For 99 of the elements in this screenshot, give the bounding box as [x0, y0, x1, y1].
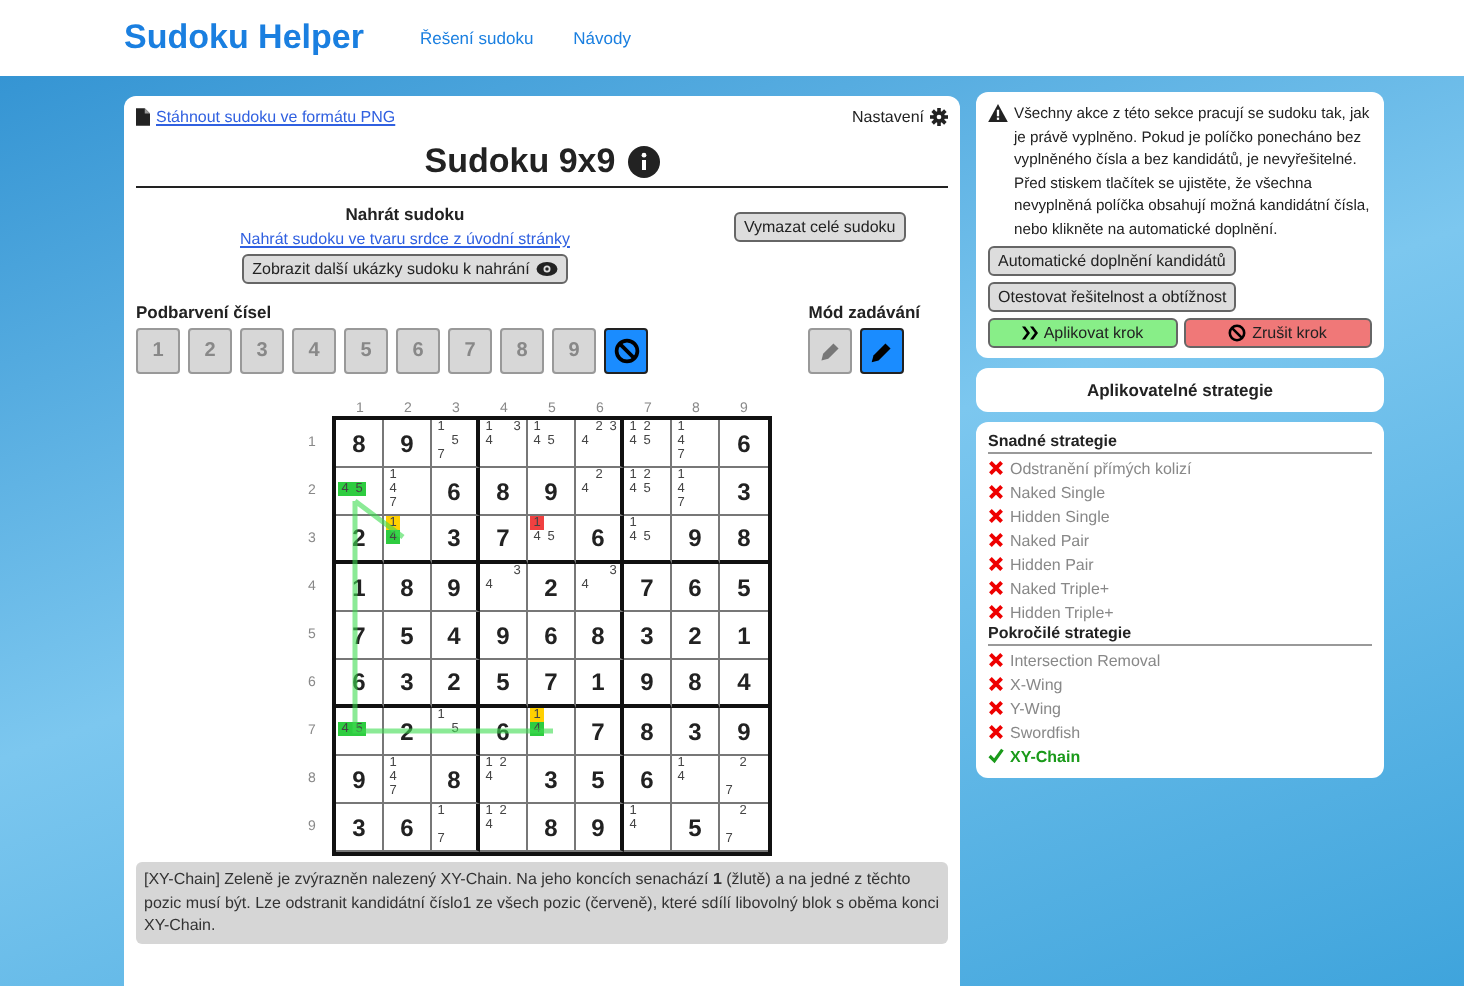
upload-heading: Nahrát sudoku	[345, 204, 465, 224]
cell-value[interactable]: 3	[640, 621, 654, 649]
cell-value[interactable]: 8	[737, 524, 751, 552]
cell-value[interactable]: 3	[544, 765, 558, 793]
cell-value[interactable]: 3	[737, 477, 751, 505]
strategy-name[interactable]: Naked Pair	[1010, 531, 1090, 549]
cell-value[interactable]: 6	[352, 668, 366, 696]
cell-value[interactable]: 2	[688, 621, 702, 649]
pen-mode-button[interactable]	[808, 328, 853, 374]
ban-icon	[613, 338, 639, 364]
warning-icon	[988, 104, 1008, 122]
cell-value[interactable]: 9	[544, 477, 558, 505]
cell-value[interactable]: 7	[352, 621, 366, 649]
action-button[interactable]: Automatické doplnění kandidátů	[988, 246, 1236, 276]
apply-step-button[interactable]: Aplikovat krok	[988, 318, 1177, 348]
strategy-name[interactable]: Hidden Pair	[1010, 555, 1094, 573]
cell-value[interactable]: 9	[400, 429, 414, 457]
strategy-name[interactable]: Swordfish	[1010, 723, 1081, 741]
strategy-name[interactable]: X-Wing	[1010, 675, 1063, 693]
strategy-name[interactable]: XY-Chain	[1010, 747, 1081, 765]
cell-value[interactable]: 4	[447, 621, 461, 649]
cell-value[interactable]: 9	[352, 765, 366, 793]
cell-value[interactable]: 8	[640, 717, 654, 745]
cell-value[interactable]: 7	[544, 668, 558, 696]
pen-icon	[818, 339, 843, 363]
brand-title[interactable]: Sudoku Helper	[124, 18, 364, 58]
info-icon[interactable]	[627, 146, 660, 178]
file-icon	[136, 108, 150, 126]
cell-value[interactable]: 3	[688, 717, 702, 745]
cell-value[interactable]: 3	[400, 668, 414, 696]
strategy-name[interactable]: Naked Triple+	[1010, 579, 1110, 597]
cell-value[interactable]: 7	[640, 573, 654, 601]
cell-value[interactable]: 7	[591, 717, 605, 745]
cell-value[interactable]: 5	[400, 621, 414, 649]
cell-value[interactable]: 6	[688, 573, 702, 601]
coloring-label: Podbarvení čísel	[136, 302, 274, 322]
cell-value[interactable]: 9	[688, 524, 702, 552]
cell-value[interactable]: 6	[400, 813, 414, 841]
cell-value[interactable]: 2	[447, 668, 461, 696]
double-chevron-icon	[1021, 326, 1038, 340]
cell-value[interactable]: 5	[688, 813, 702, 841]
cell-value[interactable]: 6	[737, 429, 751, 457]
ban-icon	[1228, 324, 1247, 342]
cell-value[interactable]: 8	[591, 621, 605, 649]
cell-value[interactable]: 5	[496, 668, 510, 696]
cell-value[interactable]: 5	[591, 765, 605, 793]
strategy-group-heading: Snadné strategie	[988, 432, 1372, 454]
nav-link[interactable]: Návody	[573, 28, 631, 48]
cell-value[interactable]: 1	[352, 573, 366, 601]
cell-value[interactable]: 3	[447, 524, 461, 552]
upload-link[interactable]: Nahrát sudoku ve tvaru srdce z úvodní stránky	[240, 230, 570, 248]
cell-value[interactable]: 4	[737, 668, 751, 696]
cell-value[interactable]: 6	[447, 477, 461, 505]
explanation-text: [XY-Chain] Zeleně je zvýrazněn nalezený XY-Chain. Na jeho koncích senachází 1 (žlutě) a na jedné z těchto pozic musí být. Lze odstranit kandidátní číslo1 ze všech pozic (červeně), které sdílí libovolný blok s oběma konci XY-Chain.	[136, 862, 948, 943]
settings-label[interactable]: Nastavení	[851, 108, 924, 126]
strategies-title: Aplikovatelné strategie	[1086, 380, 1274, 400]
cell-value[interactable]: 9	[640, 668, 654, 696]
cell-value[interactable]: 8	[400, 573, 414, 601]
pencil-mode-button[interactable]	[860, 328, 905, 374]
cell-value[interactable]: 9	[591, 813, 605, 841]
strategy-group-heading: Pokročilé strategie	[988, 624, 1372, 646]
cell-value[interactable]: 9	[496, 621, 510, 649]
cell-value[interactable]: 6	[640, 765, 654, 793]
cell-value[interactable]: 2	[352, 524, 366, 552]
cell-value[interactable]: 1	[737, 621, 751, 649]
action-button[interactable]: Otestovat řešitelnost a obtížnost	[988, 282, 1237, 312]
cell-value[interactable]: 8	[544, 813, 558, 841]
nav-link[interactable]: Řešení sudoku	[419, 28, 534, 48]
pencil-icon	[870, 339, 895, 363]
strategy-name[interactable]: Hidden Triple+	[1010, 603, 1114, 621]
cell-value[interactable]: 8	[496, 477, 510, 505]
input-mode-label: Mód zadávání	[808, 302, 920, 322]
no-color-button[interactable]	[604, 328, 648, 374]
strategy-name[interactable]: Odstranění přímých kolizí	[1010, 459, 1192, 477]
cell-value[interactable]: 1	[591, 668, 605, 696]
cell-value[interactable]: 8	[688, 668, 702, 696]
cell-value[interactable]: 7	[496, 524, 510, 552]
strategy-name[interactable]: Hidden Single	[1010, 507, 1110, 525]
cell-value[interactable]: 9	[737, 717, 751, 745]
eye-icon	[535, 262, 558, 276]
cell-value[interactable]: 2	[544, 573, 558, 601]
clear-sudoku-button[interactable]: Vymazat celé sudoku	[733, 212, 906, 242]
cell-value[interactable]: 8	[447, 765, 461, 793]
settings-icon[interactable]	[930, 108, 948, 126]
cell-value[interactable]: 5	[737, 573, 751, 601]
cell-value[interactable]: 8	[352, 429, 366, 457]
cell-value[interactable]: 6	[544, 621, 558, 649]
cell-value[interactable]: 6	[591, 524, 605, 552]
cancel-step-button[interactable]: Zrušit krok	[1183, 318, 1372, 348]
show-examples-button[interactable]: Zobrazit další ukázky sudoku k nahrání	[242, 254, 568, 284]
cell-value[interactable]: 2	[400, 717, 414, 745]
strategy-name[interactable]: Intersection Removal	[1010, 651, 1161, 669]
strategy-name[interactable]: Y-Wing	[1010, 699, 1061, 717]
strategy-name[interactable]: Naked Single	[1010, 483, 1106, 501]
cell-value[interactable]: 9	[447, 573, 461, 601]
cell-value[interactable]: 6	[496, 717, 510, 745]
download-link[interactable]: Stáhnout sudoku ve formátu PNG	[156, 108, 396, 126]
cell-value[interactable]: 3	[352, 813, 366, 841]
page-title: Sudoku 9x9	[424, 142, 616, 182]
